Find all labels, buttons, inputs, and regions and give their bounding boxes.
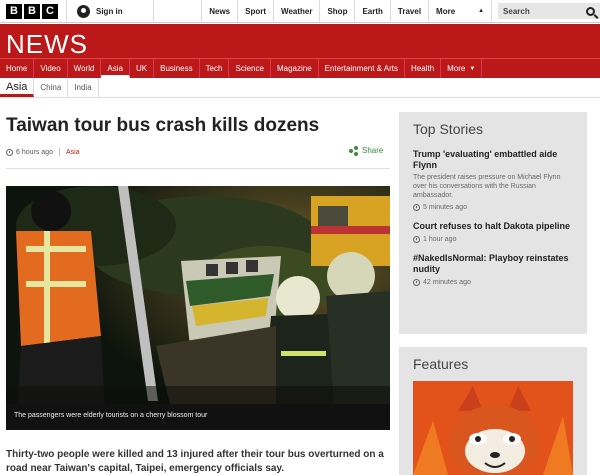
- story-item[interactable]: Court refuses to halt Dakota pipeline 1 …: [413, 221, 573, 243]
- article-section-link[interactable]: Asia: [66, 149, 80, 156]
- crash-scene-image: [6, 186, 390, 430]
- news-title[interactable]: NEWS: [6, 29, 88, 60]
- story-time: 1 hour ago: [423, 236, 457, 243]
- share-button[interactable]: Share: [349, 146, 384, 156]
- news-nav-business[interactable]: Business: [154, 59, 200, 78]
- global-nav-weather[interactable]: Weather: [273, 0, 319, 22]
- global-nav-news[interactable]: News: [201, 0, 237, 22]
- news-nav-video[interactable]: Video: [34, 59, 68, 78]
- chevron-down-icon: ▲: [478, 8, 485, 14]
- news-nav-more[interactable]: More ▼: [441, 59, 483, 78]
- article-headline: Taiwan tour bus crash kills dozens: [6, 115, 320, 136]
- story-item[interactable]: #NakedIsNormal: Playboy reinstates nudit…: [413, 253, 573, 286]
- global-nav-travel[interactable]: Travel: [389, 0, 428, 22]
- news-nav-asia[interactable]: Asia: [101, 59, 130, 78]
- clock-icon: [413, 204, 420, 211]
- news-nav-tech[interactable]: Tech: [200, 59, 230, 78]
- share-icon: [349, 146, 358, 156]
- story-summary: The president raises pressure on Michael…: [413, 174, 561, 199]
- meta-divider: [58, 148, 60, 156]
- bbc-logo-letter: B: [24, 3, 40, 19]
- news-nav-science[interactable]: Science: [229, 59, 271, 78]
- news-nav-home[interactable]: Home: [0, 59, 35, 78]
- signin-label: Sign in: [96, 6, 123, 16]
- bbc-logo[interactable]: B B C: [0, 0, 66, 22]
- divider: [6, 168, 390, 169]
- subnav-india[interactable]: India: [68, 78, 99, 97]
- news-nav-health[interactable]: Health: [405, 59, 442, 78]
- features-panel: Features: [399, 347, 587, 475]
- search-icon[interactable]: [586, 6, 595, 16]
- section-subnav: Asia China India: [0, 78, 600, 98]
- story-title[interactable]: Trump 'evaluating' embattled aide Flynn: [413, 149, 573, 171]
- story-meta: 5 minutes ago: [413, 204, 573, 211]
- clock-icon: [6, 148, 13, 156]
- photo-caption: The passengers were elderly tourists on …: [6, 404, 390, 430]
- news-nav-more-label: More: [447, 64, 466, 73]
- article-lede: Thirty-two people were killed and 13 inj…: [6, 449, 384, 474]
- story-meta: 1 hour ago: [413, 236, 573, 243]
- news-nav-magazine[interactable]: Magazine: [271, 59, 319, 78]
- global-nav-earth[interactable]: Earth: [354, 0, 389, 22]
- story-time: 5 minutes ago: [423, 204, 467, 211]
- article-meta: 6 hours ago Asia: [6, 148, 80, 156]
- global-nav-more-label: More: [436, 6, 456, 16]
- story-time: 42 minutes ago: [423, 279, 471, 286]
- global-nav-more[interactable]: More ▲: [428, 0, 493, 22]
- subnav-asia[interactable]: Asia: [0, 78, 35, 97]
- story-title[interactable]: #NakedIsNormal: Playboy reinstates nudit…: [413, 253, 573, 275]
- news-nav-world[interactable]: World: [68, 59, 102, 78]
- news-nav-uk[interactable]: UK: [130, 59, 155, 78]
- feature-image[interactable]: [413, 381, 573, 475]
- story-item[interactable]: Trump 'evaluating' embattled aide Flynn …: [413, 149, 573, 211]
- share-label: Share: [362, 146, 384, 155]
- red-panda-illustration: [413, 381, 573, 475]
- signin-button[interactable]: Sign in: [66, 0, 155, 22]
- global-topbar: B B C Sign in News Sport Weather Shop Ea…: [0, 0, 600, 23]
- global-nav-sport[interactable]: Sport: [237, 0, 273, 22]
- article-photo: [6, 186, 390, 430]
- clock-icon: [413, 236, 420, 243]
- clock-icon: [413, 279, 420, 286]
- news-nav: Home Video World Asia UK Business Tech S…: [0, 58, 600, 78]
- story-title[interactable]: Court refuses to halt Dakota pipeline: [413, 221, 573, 232]
- search-input[interactable]: Search: [498, 3, 600, 19]
- global-nav: News Sport Weather Shop Earth Travel Mor…: [201, 0, 493, 22]
- bbc-logo-letter: B: [6, 3, 22, 19]
- user-icon: [77, 4, 90, 18]
- top-stories-panel: Top Stories Trump 'evaluating' embattled…: [399, 112, 587, 334]
- subnav-china[interactable]: China: [34, 78, 69, 97]
- search-placeholder: Search: [503, 6, 530, 16]
- story-meta: 42 minutes ago: [413, 279, 573, 286]
- bbc-logo-letter: C: [42, 3, 58, 19]
- features-title: Features: [413, 356, 469, 372]
- chevron-down-icon: ▼: [469, 65, 476, 72]
- news-nav-entertainment[interactable]: Entertainment & Arts: [319, 59, 406, 78]
- global-nav-shop[interactable]: Shop: [319, 0, 354, 22]
- article-time: 6 hours ago: [16, 148, 53, 156]
- top-stories-title: Top Stories: [413, 121, 484, 137]
